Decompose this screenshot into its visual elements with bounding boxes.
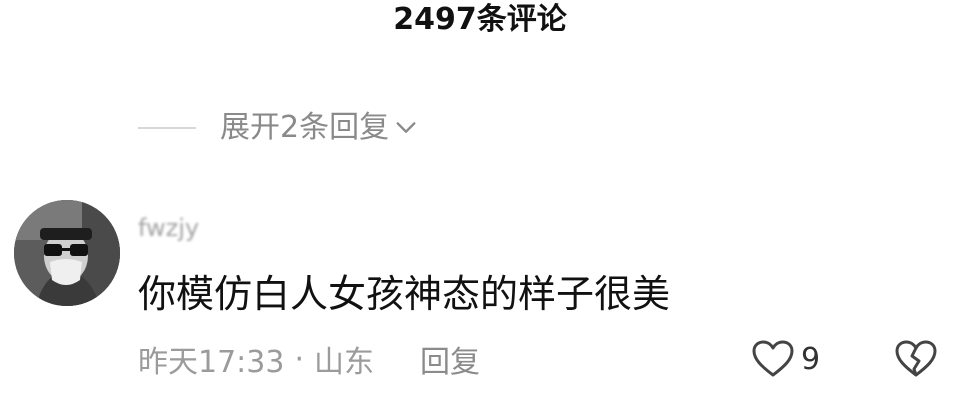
like-count: 9	[801, 341, 821, 377]
chevron-down-icon	[396, 122, 416, 133]
comment-count-title: 2497条评论	[393, 2, 567, 37]
like-button[interactable]: 9	[751, 337, 820, 381]
avatar-image	[14, 200, 120, 306]
comment-time: 昨天17:33	[138, 345, 285, 380]
avatar[interactable]	[14, 200, 120, 306]
reply-button[interactable]: 回复	[420, 337, 480, 381]
comment-meta: 昨天17:33 · 山东 回复	[138, 337, 480, 381]
meta-separator: ·	[294, 341, 305, 377]
expand-replies-button[interactable]: 展开2条回复	[138, 108, 417, 148]
expand-replies-label: 展开2条回复	[220, 110, 390, 145]
divider-line	[138, 127, 196, 129]
dislike-button[interactable]	[892, 337, 940, 381]
comment-location: 山东	[314, 345, 375, 380]
comment-text: 你模仿白人女孩神态的样子很美	[138, 272, 671, 316]
comment-username[interactable]: fwzjy	[138, 210, 199, 246]
broken-heart-icon	[895, 340, 937, 377]
comments-page: 2497条评论 展开2条回复 fwzjy 你模仿白人女孩神态的样子很美 昨天17…	[0, 0, 960, 405]
heart-outline-icon	[752, 340, 794, 377]
